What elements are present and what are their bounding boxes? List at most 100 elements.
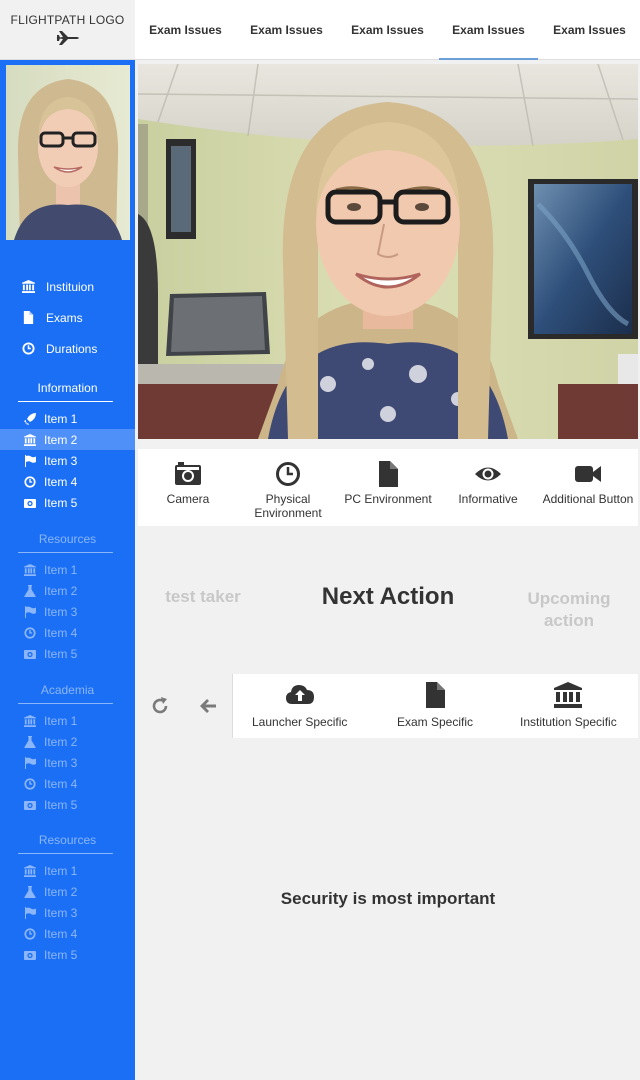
sidebar-subitem[interactable]: Item 4 — [0, 622, 135, 643]
nav-item-label: Instituion — [46, 279, 95, 294]
tool-label: Exam Specific — [397, 715, 474, 729]
section-divider — [18, 703, 113, 704]
subitem-label: Item 1 — [44, 411, 78, 426]
subitem-label: Item 2 — [44, 432, 78, 447]
camera-button[interactable]: Camera — [138, 449, 238, 526]
flask-icon — [24, 584, 36, 597]
launcher-specific-button[interactable]: Launcher Specific — [252, 682, 347, 729]
subitem-label: Item 3 — [44, 604, 78, 619]
subitem-label: Item 2 — [44, 884, 78, 899]
logo[interactable]: FLIGHTPATH LOGO — [0, 0, 135, 60]
subitem-label: Item 5 — [44, 947, 78, 962]
section-title: Resources — [38, 532, 97, 546]
section-information: Information Item 1 Item 2 Item 3 Item 4 … — [0, 378, 135, 513]
section-divider — [18, 853, 113, 854]
subitem-label: Item 2 — [44, 734, 78, 749]
sidebar-subitem[interactable]: Item 1 — [0, 408, 135, 429]
nav-item-durations[interactable]: Durations — [0, 333, 135, 364]
sidebar-subitem[interactable]: Item 4 — [0, 923, 135, 944]
sidebar-subitem[interactable]: Item 2 — [0, 731, 135, 752]
additional-button[interactable]: Additional Button — [538, 449, 638, 526]
sidebar-subitem[interactable]: Item 1 — [0, 860, 135, 881]
sidebar-subitem[interactable]: Item 4 — [0, 471, 135, 492]
flag-icon — [25, 756, 36, 769]
camera-icon — [175, 462, 201, 485]
sidebar-subitem-selected[interactable]: Item 2 — [0, 429, 135, 450]
nav-item-label: Exams — [46, 310, 83, 325]
section-divider — [18, 552, 113, 553]
clock-icon — [24, 475, 36, 488]
section-title: Information — [37, 381, 98, 395]
clock-icon — [24, 927, 36, 940]
informative-button[interactable]: Informative — [438, 449, 538, 526]
sidebar-subitem[interactable]: Item 3 — [0, 902, 135, 923]
tab-exam-issues-5[interactable]: Exam Issues — [539, 0, 640, 60]
file-icon — [426, 682, 446, 708]
sidebar-subitem[interactable]: Item 5 — [0, 643, 135, 664]
sidebar-subitem[interactable]: Item 5 — [0, 794, 135, 815]
nav-item-institution[interactable]: Instituion — [0, 271, 135, 302]
subitem-label: Item 2 — [44, 583, 78, 598]
current-step[interactable]: Next Action — [288, 583, 488, 611]
sidebar-subitem[interactable]: Item 3 — [0, 752, 135, 773]
flag-icon — [25, 906, 36, 919]
institution-specific-button[interactable]: Institution Specific — [520, 682, 617, 729]
tool-label: Institution Specific — [520, 715, 617, 729]
section-resources-2: Resources Item 1 Item 2 Item 3 Item 4 It… — [0, 830, 135, 965]
subitem-label: Item 3 — [44, 453, 78, 468]
video-camera-icon — [575, 466, 601, 482]
sidebar-subitem[interactable]: Item 1 — [0, 559, 135, 580]
sidebar-subitem[interactable]: Item 2 — [0, 881, 135, 902]
cloud-upload-icon — [285, 685, 314, 704]
flask-icon — [24, 885, 36, 898]
camera-icon — [24, 498, 36, 508]
subitem-label: Item 4 — [44, 926, 78, 941]
sidebar-subitem[interactable]: Item 1 — [0, 710, 135, 731]
subitem-label: Item 1 — [44, 713, 78, 728]
arrow-left-icon[interactable] — [198, 696, 218, 716]
section-resources: Resources Item 1 Item 2 Item 3 Item 4 It… — [0, 529, 135, 664]
action-label: Informative — [458, 492, 518, 506]
tool-label: Launcher Specific — [252, 715, 348, 729]
sidebar-subitem[interactable]: Item 3 — [0, 450, 135, 471]
tab-exam-issues-2[interactable]: Exam Issues — [236, 0, 337, 60]
sidebar-subitem[interactable]: Item 4 — [0, 773, 135, 794]
subitem-label: Item 1 — [44, 863, 78, 878]
subitem-label: Item 4 — [44, 776, 78, 791]
upcoming-step[interactable]: Upcoming action — [508, 588, 630, 632]
section-academia: Academia Item 1 Item 2 Item 3 Item 4 Ite… — [0, 680, 135, 815]
clock-icon — [22, 342, 35, 355]
exam-specific-button[interactable]: Exam Specific — [397, 682, 473, 729]
subitem-label: Item 1 — [44, 562, 78, 577]
sidebar-subitem[interactable]: Item 5 — [0, 492, 135, 513]
rocket-icon — [24, 412, 36, 425]
camera-icon — [24, 649, 36, 659]
tab-exam-issues-1[interactable]: Exam Issues — [135, 0, 236, 60]
pc-environment-button[interactable]: PC Environment — [338, 449, 438, 526]
sidebar-subitem[interactable]: Item 3 — [0, 601, 135, 622]
navigation-controls — [138, 674, 233, 738]
subitem-label: Item 3 — [44, 755, 78, 770]
clock-icon — [24, 777, 36, 790]
sidebar-subitem[interactable]: Item 5 — [0, 944, 135, 965]
section-divider — [18, 401, 113, 402]
flag-icon — [25, 605, 36, 618]
content-panel: Security is most important — [138, 740, 638, 1080]
tab-bar: Exam Issues Exam Issues Exam Issues Exam… — [135, 0, 640, 60]
flask-icon — [24, 735, 36, 748]
nav-item-exams[interactable]: Exams — [0, 302, 135, 333]
section-title: Resources — [38, 833, 97, 847]
physical-environment-button[interactable]: Physical Environment — [238, 449, 338, 526]
action-bar: Camera Physical Environment PC Environme… — [138, 449, 638, 526]
refresh-icon[interactable] — [150, 696, 170, 716]
tab-exam-issues-3[interactable]: Exam Issues — [337, 0, 438, 60]
tab-exam-issues-4[interactable]: Exam Issues — [438, 0, 539, 60]
jet-icon — [55, 31, 79, 45]
sidebar-subitem[interactable]: Item 2 — [0, 580, 135, 601]
institution-icon — [24, 563, 36, 576]
subitem-label: Item 4 — [44, 625, 78, 640]
institution-icon — [24, 714, 36, 727]
webcam-video[interactable] — [138, 64, 638, 439]
sidebar: FLIGHTPATH LOGO Instituion Exams Duratio… — [0, 0, 135, 1080]
previous-step[interactable]: test taker — [138, 587, 268, 607]
